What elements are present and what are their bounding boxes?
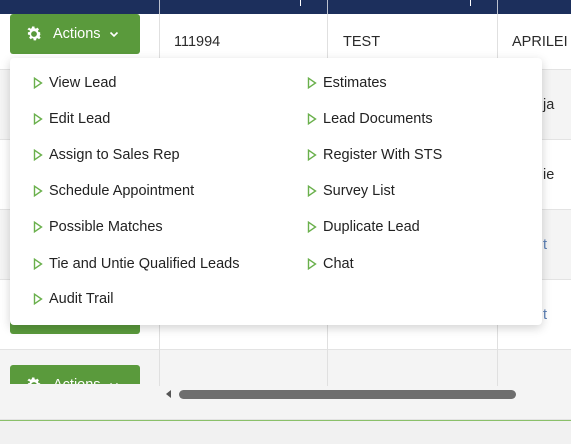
menu-item-label: View Lead (49, 75, 117, 91)
triangle-right-icon (33, 185, 43, 197)
lead-id-cell: 111991 (174, 348, 220, 374)
menu-item-label: Possible Matches (49, 219, 163, 235)
menu-item-tie-untie-leads[interactable]: Tie and Untie Qualified Leads (33, 254, 240, 274)
arrow-left-icon[interactable] (164, 389, 174, 399)
menu-item-label: Chat (323, 256, 354, 272)
menu-item-schedule-appointment[interactable]: Schedule Appointment (33, 181, 194, 201)
header-resize-handle[interactable] (300, 0, 301, 6)
scrollbar-thumb[interactable] (179, 390, 516, 399)
triangle-right-icon (307, 258, 317, 270)
page-footer (0, 421, 571, 444)
header-divider (497, 0, 498, 14)
header-divider (159, 0, 160, 14)
actions-label: Actions (53, 26, 101, 42)
table-row: 111991 E Sign I Test (0, 350, 571, 420)
menu-item-duplicate-lead[interactable]: Duplicate Lead (307, 217, 420, 237)
actions-dropdown-menu: View Lead Edit Lead Assign to Sales Rep … (10, 58, 542, 325)
lead-extra-cell: ie (543, 166, 555, 183)
menu-item-possible-matches[interactable]: Possible Matches (33, 217, 163, 237)
lead-extra-cell: ja (543, 96, 555, 113)
actions-button[interactable]: Actions (10, 14, 140, 54)
menu-item-label: Schedule Appointment (49, 183, 195, 199)
header-divider (327, 0, 328, 14)
triangle-right-icon (33, 258, 43, 270)
lead-extra-link[interactable]: t (543, 280, 547, 349)
menu-item-label: Edit Lead (49, 111, 111, 127)
triangle-right-icon (307, 77, 317, 89)
triangle-right-icon (307, 185, 317, 197)
menu-item-audit-trail[interactable]: Audit Trail (33, 289, 113, 309)
menu-item-assign-sales-rep[interactable]: Assign to Sales Rep (33, 145, 180, 165)
menu-item-edit-lead[interactable]: Edit Lead (33, 109, 110, 129)
triangle-right-icon (33, 293, 43, 305)
menu-item-label: Register With STS (323, 147, 443, 163)
table-header (0, 0, 571, 14)
leads-table-view: 111994 TEST APRILEI ja ie t t 111991 E S… (0, 0, 571, 444)
triangle-right-icon (33, 221, 43, 233)
triangle-right-icon (33, 113, 43, 125)
menu-item-view-lead[interactable]: View Lead (33, 73, 116, 93)
triangle-right-icon (33, 149, 43, 161)
menu-item-label: Tie and Untie Qualified Leads (49, 256, 240, 272)
triangle-right-icon (307, 149, 317, 161)
horizontal-scrollbar[interactable] (160, 387, 520, 401)
triangle-right-icon (307, 221, 317, 233)
menu-item-estimates[interactable]: Estimates (307, 73, 387, 93)
triangle-right-icon (33, 77, 43, 89)
chevron-down-icon (109, 31, 118, 38)
header-resize-handle[interactable] (470, 0, 471, 6)
menu-item-survey-list[interactable]: Survey List (307, 181, 395, 201)
menu-item-label: Survey List (323, 183, 395, 199)
gear-icon (27, 26, 42, 41)
menu-item-lead-documents[interactable]: Lead Documents (307, 109, 433, 129)
menu-item-label: Duplicate Lead (323, 219, 420, 235)
lead-extra-link[interactable]: t (543, 210, 547, 279)
menu-item-label: Lead Documents (323, 111, 433, 127)
menu-item-label: Audit Trail (49, 291, 114, 307)
menu-item-label: Assign to Sales Rep (49, 147, 180, 163)
menu-item-label: Estimates (323, 75, 387, 91)
menu-item-chat[interactable]: Chat (307, 254, 354, 274)
lead-extra-cell: Test (512, 348, 539, 374)
menu-item-register-sts[interactable]: Register With STS (307, 145, 442, 165)
lead-name-cell: E Sign I (343, 348, 394, 374)
triangle-right-icon (307, 113, 317, 125)
